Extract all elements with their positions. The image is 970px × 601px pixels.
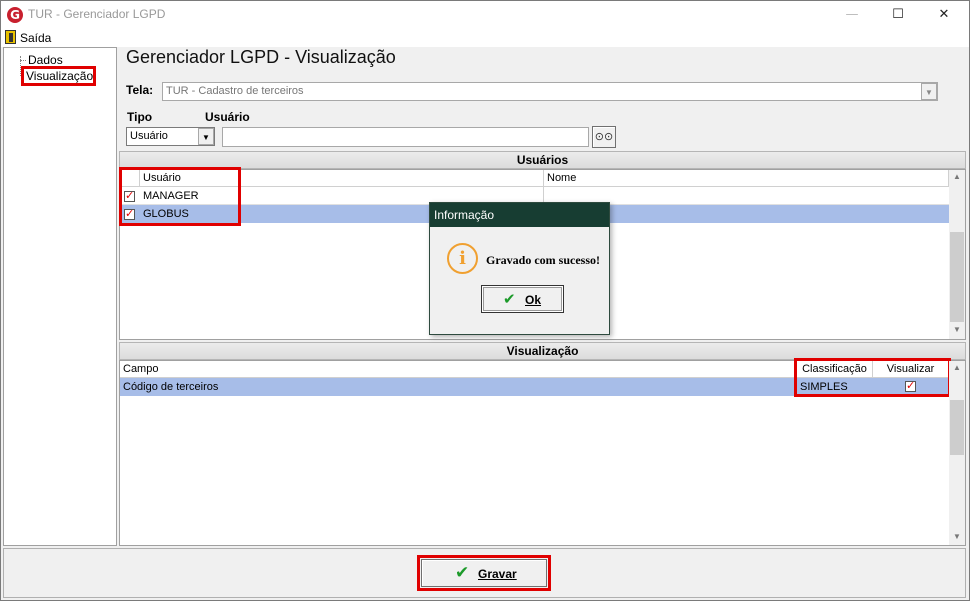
- type-label: Tipo: [127, 110, 153, 124]
- page-title: Gerenciador LGPD - Visualização: [126, 47, 396, 67]
- checkmark-icon: ✔: [503, 290, 516, 308]
- menu-bar: [1, 29, 969, 47]
- users-column-header-name[interactable]: Nome: [544, 170, 949, 187]
- screen-label: Tela:: [126, 83, 154, 97]
- tree-item-visualizacao[interactable]: Visualização: [26, 69, 94, 83]
- highlight-box: [119, 167, 241, 226]
- window-title: TUR - Gerenciador LGPD: [28, 7, 166, 21]
- screen-select[interactable]: TUR - Cadastro de terceiros ▼: [162, 82, 938, 101]
- screen-select-value: TUR - Cadastro de terceiros: [166, 85, 304, 97]
- close-button[interactable]: ✕: [921, 1, 967, 29]
- dialog-message: Gravado com sucesso!: [486, 253, 600, 267]
- navigation-tree: [3, 47, 117, 546]
- info-dialog: Informação i Gravado com sucesso! ✔ Ok: [429, 202, 610, 335]
- binoculars-icon[interactable]: ⊙⊙: [592, 126, 616, 148]
- info-icon: i: [447, 243, 478, 274]
- save-button-label: Gravar: [478, 567, 517, 581]
- scroll-up-icon[interactable]: ▲: [949, 363, 965, 372]
- app-logo-icon: G: [7, 7, 23, 23]
- ok-button[interactable]: ✔ Ok: [481, 285, 564, 313]
- scroll-up-icon[interactable]: ▲: [949, 172, 965, 181]
- save-button[interactable]: ✔ Gravar: [421, 559, 547, 587]
- user-search-input[interactable]: [222, 127, 589, 147]
- users-section-header: Usuários: [119, 151, 966, 169]
- dialog-title: Informação: [430, 203, 609, 227]
- maximize-button[interactable]: ☐: [875, 1, 921, 29]
- type-select-value: Usuário: [130, 130, 168, 142]
- type-select[interactable]: Usuário ▼: [126, 127, 215, 146]
- menu-exit[interactable]: Saída: [20, 31, 51, 45]
- exit-door-icon[interactable]: [5, 30, 16, 44]
- tree-item-dados[interactable]: Dados: [28, 53, 63, 67]
- checkmark-icon: ✔: [455, 563, 470, 583]
- highlight-box: [794, 358, 951, 397]
- scrollbar-thumb[interactable]: [950, 400, 964, 455]
- minimize-button[interactable]: —: [829, 1, 875, 29]
- scrollbar-thumb[interactable]: [950, 232, 964, 322]
- ok-button-label: Ok: [525, 293, 542, 307]
- chevron-down-icon[interactable]: ▼: [198, 128, 214, 145]
- chevron-down-icon[interactable]: ▼: [921, 83, 937, 100]
- scroll-down-icon[interactable]: ▼: [949, 325, 965, 334]
- user-label: Usuário: [205, 110, 250, 124]
- tree-connector: [20, 60, 26, 61]
- field-cell: Código de terceiros: [123, 381, 219, 393]
- view-column-header-field[interactable]: Campo: [120, 361, 797, 378]
- scroll-down-icon[interactable]: ▼: [949, 532, 965, 541]
